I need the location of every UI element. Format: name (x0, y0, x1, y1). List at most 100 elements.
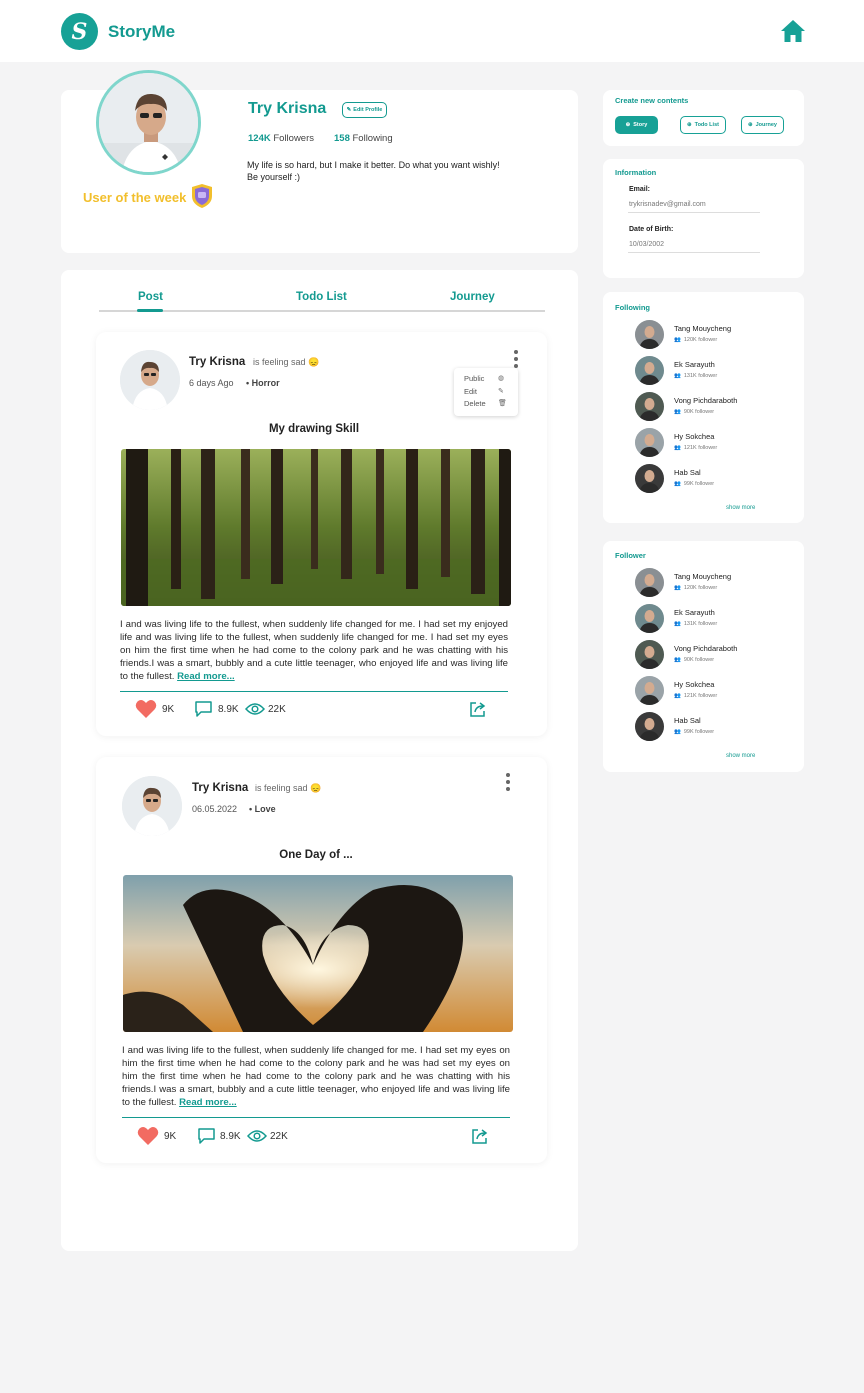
person-name[interactable]: Tang Mouycheng (674, 324, 731, 333)
tab-post[interactable]: Post (138, 291, 163, 303)
comment-icon[interactable] (197, 1127, 216, 1145)
person-row[interactable]: Hab Sal 👥 99K follower (635, 712, 795, 742)
globe-icon: ◍ (498, 375, 505, 382)
read-more-link[interactable]: Read more... (179, 1097, 237, 1108)
user-of-week-label: User of the week (83, 190, 187, 205)
person-avatar[interactable] (635, 640, 664, 669)
views-count: 22K (270, 1131, 288, 1142)
person-avatar[interactable] (635, 392, 664, 421)
person-follower-text: 121K follower (683, 445, 718, 451)
heart-icon[interactable] (135, 699, 157, 719)
post-avatar[interactable] (120, 350, 180, 410)
users-icon: 👥 (674, 445, 681, 451)
person-follower-count: 👥 90K follower (674, 409, 714, 415)
users-icon: 👥 (674, 409, 681, 415)
comment-icon[interactable] (194, 700, 213, 718)
edit-profile-label: Edit Profile (353, 107, 383, 113)
plus-circle-icon: ⊕ (687, 122, 692, 128)
person-avatar[interactable] (635, 320, 664, 349)
person-avatar[interactable] (635, 604, 664, 633)
person-follower-text: 99K follower (683, 729, 715, 735)
person-name[interactable]: Ek Sarayuth (674, 360, 715, 369)
person-follower-count: 👥 99K follower (674, 729, 714, 735)
top-bar: S StoryMe (0, 0, 864, 62)
person-row[interactable]: Ek Sarayuth 👥 131K follower (635, 356, 795, 386)
person-avatar[interactable] (635, 712, 664, 741)
email-value: trykrisnadev@gmail.com (629, 201, 706, 208)
person-row[interactable]: Hy Sokchea 👥 121K follower (635, 676, 795, 706)
read-more-link[interactable]: Read more... (177, 671, 235, 682)
person-row[interactable]: Tang Mouycheng 👥 120K follower (635, 320, 795, 350)
following-stat[interactable]: 158 Following (334, 133, 393, 144)
storyme-logo-icon[interactable]: S (61, 13, 98, 50)
edit-profile-button[interactable]: ✎ Edit Profile (342, 102, 387, 118)
tab-todo-list[interactable]: Todo List (296, 291, 347, 303)
dob-value: 10/03/2002 (629, 241, 665, 248)
person-name[interactable]: Hy Sokchea (674, 680, 714, 689)
post-username[interactable]: Try Krisna (192, 782, 248, 794)
person-name[interactable]: Vong Pichdaraboth (674, 644, 737, 653)
views-count: 22K (268, 704, 286, 715)
comments-count: 8.9K (220, 1131, 241, 1142)
person-name[interactable]: Tang Mouycheng (674, 572, 731, 581)
person-row[interactable]: Vong Pichdaraboth 👥 90K follower (635, 392, 795, 422)
home-icon[interactable] (780, 19, 806, 43)
post-divider (122, 1117, 510, 1118)
share-icon[interactable] (469, 700, 487, 718)
edit-icon: ✎ (498, 388, 504, 395)
create-journey-button[interactable]: ⊕ Journey (741, 116, 784, 134)
person-name[interactable]: Hab Sal (674, 468, 701, 477)
create-content-title: Create new contents (615, 96, 689, 105)
more-options-icon[interactable] (505, 773, 511, 791)
person-row[interactable]: Hab Sal 👥 99K follower (635, 464, 795, 494)
dob-label: Date of Birth: (629, 226, 674, 233)
followers-stat[interactable]: 124K Followers (248, 133, 314, 144)
tab-divider (99, 310, 545, 312)
create-story-button[interactable]: ⊕ Story (615, 116, 658, 134)
menu-item-edit[interactable]: Edit (464, 387, 477, 396)
logo-letter: S (71, 18, 88, 45)
post-username[interactable]: Try Krisna (189, 356, 245, 368)
share-icon[interactable] (471, 1127, 489, 1145)
post-avatar[interactable] (122, 776, 182, 836)
post-date: 6 days Ago (189, 378, 234, 388)
eye-icon (247, 1130, 267, 1142)
post-image-forest[interactable] (121, 449, 511, 606)
person-follower-count: 👥 99K follower (674, 481, 714, 487)
person-avatar[interactable] (635, 428, 664, 457)
tab-journey[interactable]: Journey (450, 291, 495, 303)
person-follower-text: 131K follower (683, 621, 718, 627)
person-follower-text: 120K follower (683, 585, 718, 591)
post-category: • Horror (246, 378, 280, 388)
person-follower-count: 👥 121K follower (674, 693, 717, 699)
follower-show-more-link[interactable]: show more (726, 753, 755, 759)
person-avatar[interactable] (635, 356, 664, 385)
person-name[interactable]: Vong Pichdaraboth (674, 396, 737, 405)
person-row[interactable]: Tang Mouycheng 👥 120K follower (635, 568, 795, 598)
create-todo-button[interactable]: ⊕ Todo List (680, 116, 726, 134)
person-follower-text: 121K follower (683, 693, 718, 699)
person-name[interactable]: Ek Sarayuth (674, 608, 715, 617)
following-show-more-link[interactable]: show more (726, 505, 755, 511)
heart-icon[interactable] (137, 1126, 159, 1146)
profile-avatar[interactable] (96, 70, 201, 175)
person-follower-text: 90K follower (683, 409, 715, 415)
person-row[interactable]: Hy Sokchea 👥 121K follower (635, 428, 795, 458)
person-avatar[interactable] (635, 464, 664, 493)
information-title: Information (615, 168, 657, 177)
person-row[interactable]: Ek Sarayuth 👥 131K follower (635, 604, 795, 634)
person-follower-count: 👥 90K follower (674, 657, 714, 663)
menu-item-delete[interactable]: Delete (464, 399, 486, 408)
brand-name[interactable]: StoryMe (108, 22, 175, 42)
menu-item-public[interactable]: Public (464, 374, 484, 383)
eye-icon (245, 703, 265, 715)
followers-label: Followers (273, 133, 315, 144)
person-row[interactable]: Vong Pichdaraboth 👥 90K follower (635, 640, 795, 670)
users-icon: 👥 (674, 585, 681, 591)
person-avatar[interactable] (635, 568, 664, 597)
person-name[interactable]: Hab Sal (674, 716, 701, 725)
post-image-heart-hands[interactable] (123, 875, 513, 1032)
person-avatar[interactable] (635, 676, 664, 705)
more-options-icon[interactable] (513, 350, 519, 368)
person-name[interactable]: Hy Sokchea (674, 432, 714, 441)
